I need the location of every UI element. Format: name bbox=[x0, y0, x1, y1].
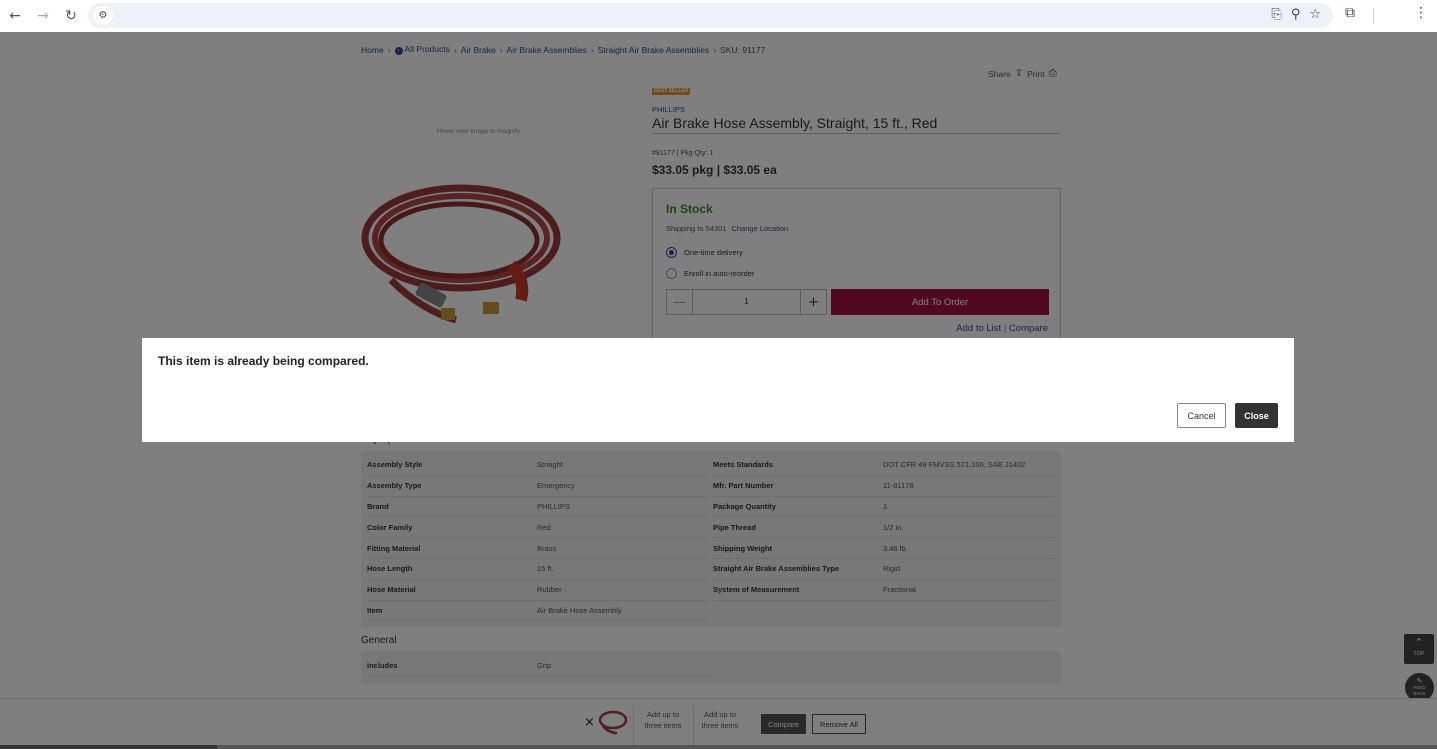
browser-toolbar: ← → ↻ ⚙ ⎘ ⚲ ☆ ⧉ ⋮ bbox=[0, 0, 1437, 32]
extensions-icon[interactable]: ⧉ bbox=[1345, 5, 1355, 21]
close-button[interactable]: Close bbox=[1235, 403, 1278, 428]
site-info-icon[interactable]: ⚙ bbox=[93, 6, 113, 25]
browser-menu-icon[interactable]: ⋮ bbox=[1414, 5, 1428, 21]
dialog-message: This item is already being compared. bbox=[158, 354, 369, 368]
install-app-icon[interactable]: ⎘ bbox=[1271, 7, 1281, 22]
zoom-icon[interactable]: ⚲ bbox=[1291, 7, 1301, 22]
cancel-button[interactable]: Cancel bbox=[1177, 403, 1226, 428]
forward-icon[interactable]: → bbox=[30, 3, 56, 29]
taskbar-strip bbox=[0, 745, 1437, 749]
bookmark-star-icon[interactable]: ☆ bbox=[1309, 7, 1321, 22]
reload-icon[interactable]: ↻ bbox=[58, 3, 84, 29]
back-icon[interactable]: ← bbox=[2, 3, 28, 29]
toolbar-divider bbox=[1373, 9, 1374, 23]
compare-alert-dialog: This item is already being compared. Can… bbox=[142, 338, 1294, 442]
address-bar[interactable]: ⚙ ⎘ ⚲ ☆ bbox=[88, 3, 1333, 28]
